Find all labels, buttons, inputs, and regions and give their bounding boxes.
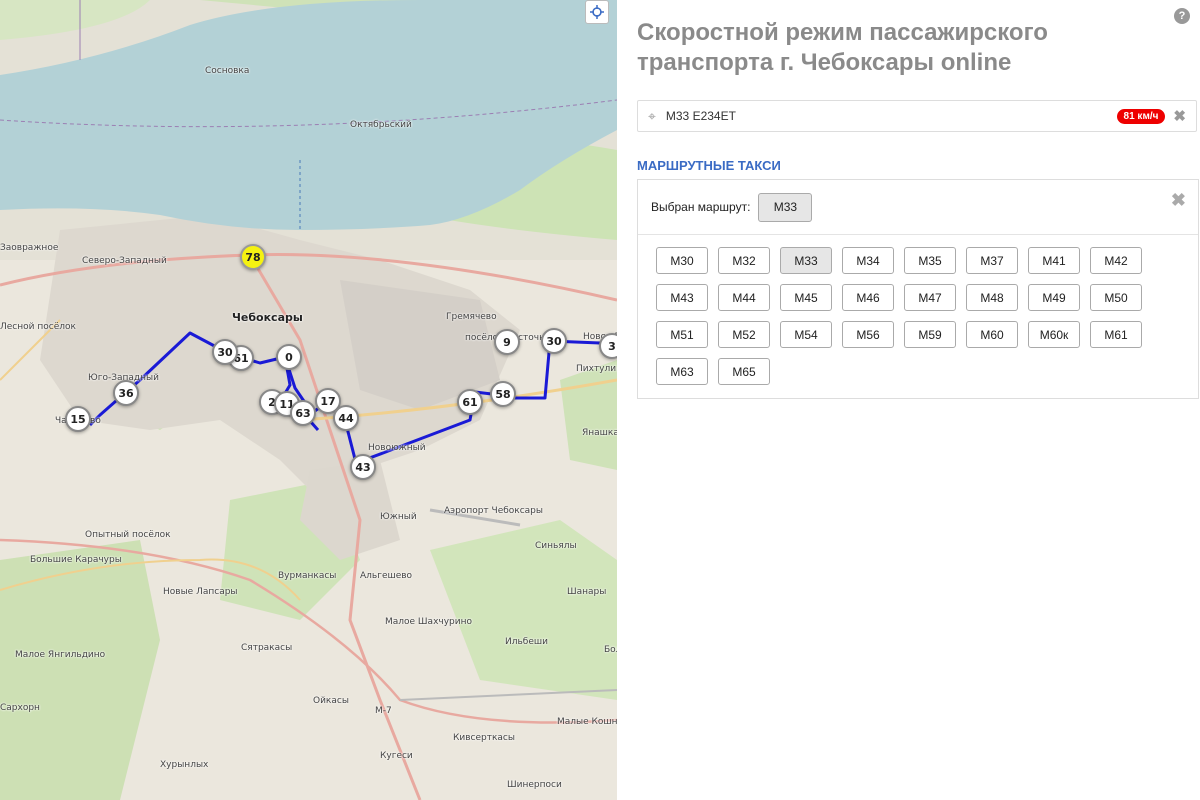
help-icon[interactable]: ?	[1174, 8, 1190, 24]
place-label: Кугеси	[380, 751, 413, 761]
route-button[interactable]: М51	[656, 321, 708, 348]
vehicle-marker[interactable]: 0	[276, 344, 302, 370]
route-button[interactable]: М52	[718, 321, 770, 348]
route-button[interactable]: М32	[718, 247, 770, 274]
place-label: Вурманкасы	[278, 571, 337, 581]
route-button[interactable]: М54	[780, 321, 832, 348]
place-label: Сятракасы	[241, 643, 293, 653]
place-label: Аэропорт Чебоксары	[444, 506, 544, 516]
route-button[interactable]: М61	[1090, 321, 1142, 348]
place-label: Хурынлых	[160, 760, 209, 770]
route-button[interactable]: М63	[656, 358, 708, 385]
section-title: МАРШРУТНЫЕ ТАКСИ	[637, 158, 781, 173]
route-button[interactable]: М30	[656, 247, 708, 274]
place-label: Малое Янгильдино	[15, 650, 106, 660]
side-panel: Скоростной режим пассажирского транспорт…	[617, 0, 1200, 800]
crosshair-icon[interactable]: ⌖	[648, 108, 656, 125]
vehicle-marker[interactable]: 9	[494, 329, 520, 355]
speed-badge: 81 км/ч	[1116, 108, 1166, 124]
place-label: Лесной посёлок	[0, 322, 76, 332]
route-button[interactable]: М49	[1028, 284, 1080, 311]
vehicle-marker[interactable]: 30	[212, 339, 238, 365]
selected-route-row: Выбран маршрут: М33 ✖	[638, 180, 1198, 235]
vehicle-marker[interactable]: 43	[350, 454, 376, 480]
route-button[interactable]: М60	[966, 321, 1018, 348]
selected-route-button[interactable]: М33	[758, 192, 813, 222]
route-button[interactable]: М56	[842, 321, 894, 348]
close-icon[interactable]: ✖	[1173, 107, 1186, 125]
map[interactable]: Сосновка Октябрьский Заовражное Северо-Запа…	[0, 0, 617, 800]
place-label: Северо-Западный	[82, 256, 167, 266]
place-label: Ильбеши	[505, 637, 548, 647]
place-label: Шанары	[567, 587, 607, 597]
place-label: Альгешево	[360, 571, 413, 581]
place-label: Сосновка	[205, 66, 250, 76]
place-label: Янашкасы	[582, 428, 617, 438]
route-button[interactable]: М35	[904, 247, 956, 274]
route-button[interactable]: М48	[966, 284, 1018, 311]
route-button[interactable]: М33	[780, 247, 832, 274]
routes-panel: Выбран маршрут: М33 ✖ М30 М32 М33 М34 М35 М37…	[637, 179, 1199, 399]
route-button[interactable]: М41	[1028, 247, 1080, 274]
close-icon[interactable]: ✖	[1171, 190, 1186, 211]
place-label: Синьялы	[535, 541, 577, 551]
vehicle-marker[interactable]: 36	[113, 380, 139, 406]
place-label: Шинерпоси	[507, 780, 562, 790]
place-label: Гремячево	[446, 312, 497, 322]
route-button[interactable]: М65	[718, 358, 770, 385]
route-button[interactable]: М45	[780, 284, 832, 311]
place-label: Большие Карачуры	[30, 555, 122, 565]
vehicle-marker[interactable]: 58	[490, 381, 516, 407]
place-label: Южный	[380, 512, 417, 522]
vehicle-marker[interactable]: 15	[65, 406, 91, 432]
vehicle-label: М33 Е234ЕТ	[665, 109, 736, 123]
place-label: Малые Кошнар	[557, 717, 617, 727]
route-button[interactable]: М44	[718, 284, 770, 311]
map-base	[0, 0, 617, 800]
selected-route-label: Выбран маршрут:	[651, 200, 751, 214]
crosshair-icon	[590, 5, 604, 19]
vehicle-marker[interactable]: 30	[541, 328, 567, 354]
place-label: Новоюжный	[368, 443, 426, 453]
place-label: Бол	[604, 645, 617, 655]
place-label: Ойкасы	[313, 696, 349, 706]
selected-vehicle: ⌖ М33 Е234ЕТ 81 км/ч ✖	[637, 100, 1197, 132]
place-label: Заовражное	[0, 243, 59, 253]
place-label: Опытный посёлок	[85, 530, 171, 540]
place-label: Кивсерткасы	[453, 733, 515, 743]
place-label: Малое Шахчурино	[385, 617, 472, 627]
place-label: М-7	[375, 706, 392, 716]
place-label: Сархорн	[0, 703, 40, 713]
route-button[interactable]: М59	[904, 321, 956, 348]
route-button[interactable]: М34	[842, 247, 894, 274]
place-label: Пихтулино	[576, 364, 617, 374]
route-button[interactable]: М43	[656, 284, 708, 311]
route-button[interactable]: М42	[1090, 247, 1142, 274]
place-label: Октябрьский	[350, 120, 412, 130]
page-title: Скоростной режим пассажирского транспорт…	[637, 19, 1048, 76]
route-button[interactable]: М50	[1090, 284, 1142, 311]
vehicle-marker[interactable]: 61	[457, 389, 483, 415]
route-button[interactable]: М37	[966, 247, 1018, 274]
vehicle-marker[interactable]: 44	[333, 405, 359, 431]
route-button[interactable]: М46	[842, 284, 894, 311]
locate-button[interactable]	[585, 0, 609, 24]
route-button[interactable]: М47	[904, 284, 956, 311]
route-button[interactable]: М60к	[1028, 321, 1080, 348]
place-label: Чебоксары	[232, 311, 303, 324]
place-label: Новые Лапсары	[163, 587, 238, 597]
vehicle-marker[interactable]: 63	[290, 400, 316, 426]
vehicle-marker[interactable]: 78	[240, 244, 266, 270]
